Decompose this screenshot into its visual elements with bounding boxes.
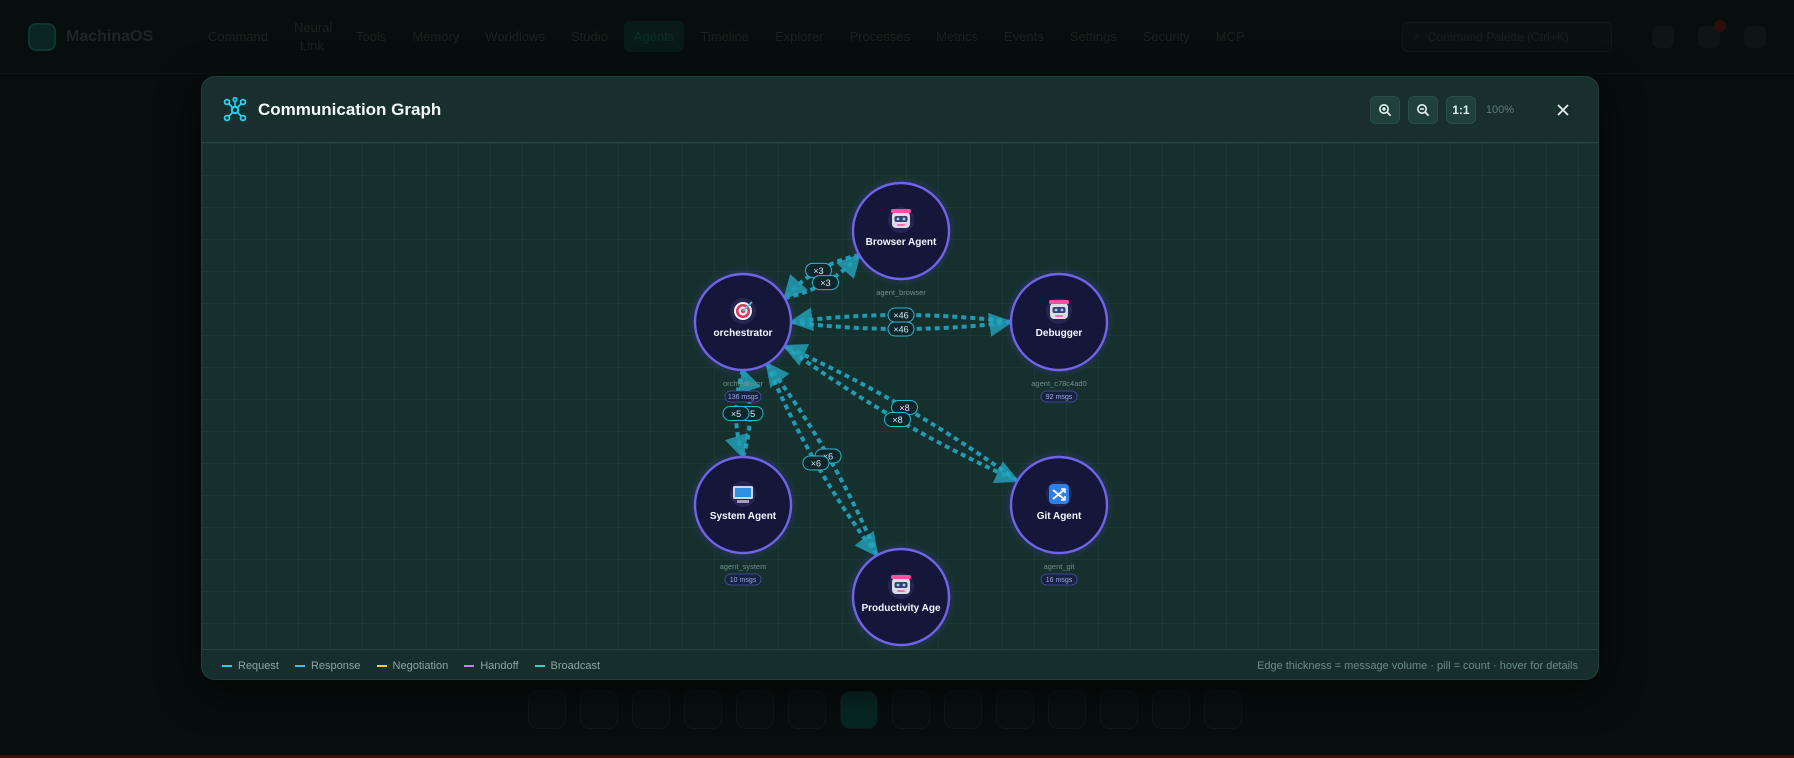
robot-icon xyxy=(1049,300,1069,319)
legend-item-response: Response xyxy=(294,659,361,672)
edge-count-pill[interactable]: ×8 xyxy=(883,412,911,428)
legend-swatch xyxy=(534,664,545,667)
legend-swatch xyxy=(222,664,232,667)
reset-zoom-button[interactable]: 1:1 xyxy=(1445,96,1476,124)
node-id: agent_browser xyxy=(876,288,926,297)
edge-count-label: ×6 xyxy=(811,458,821,468)
legend-item-handoff: Handoff xyxy=(464,659,519,672)
app-root: MachinaOS Command Neural Link Tools Memory W… xyxy=(0,0,1794,758)
modal-title: Communication Graph xyxy=(258,99,442,119)
close-icon xyxy=(1557,104,1569,116)
node-msg-count-pill: 10 msgs xyxy=(724,573,762,586)
zoom-out-icon xyxy=(1416,104,1430,117)
zoom-in-button[interactable] xyxy=(1369,96,1400,124)
robot-icon xyxy=(891,575,911,594)
node-label: Git Agent xyxy=(1037,511,1082,522)
zoom-level: 100% xyxy=(1485,104,1514,116)
node-msg-count-pill: 136 msgs xyxy=(724,390,762,403)
communication-graph-modal: Communication Graph 1:1 100% ×3 ×3 ×46 ×… xyxy=(201,76,1599,680)
network-graph-icon xyxy=(223,96,247,121)
node-msg-count: 92 msgs xyxy=(1046,394,1073,401)
legend-label: Response xyxy=(310,659,361,672)
node-id: orchestrator xyxy=(723,379,764,388)
zoom-controls: 1:1 100% xyxy=(1369,96,1514,124)
node-id: agent_c78c4ad0 xyxy=(1031,379,1086,388)
node-label: System Agent xyxy=(710,511,777,522)
edge-count-label: ×5 xyxy=(731,409,741,419)
close-button[interactable] xyxy=(1550,97,1576,123)
agent-node-browser[interactable]: Browser Agent agent_browser xyxy=(845,175,957,297)
communication-graph[interactable]: ×3×3×46×46×5×5×8×8×6×6 orchestratororche… xyxy=(202,143,1599,649)
footer-hint: Edge thickness = message volume · pill =… xyxy=(1257,659,1578,672)
agent-node-git[interactable]: Git Agent agent_git 16 msgs xyxy=(1003,449,1115,586)
edge-count-pill[interactable]: ×5 xyxy=(722,406,750,421)
legend-label: Handoff xyxy=(480,659,519,672)
agent-node-system[interactable]: System Agent agent_system 10 msgs xyxy=(687,449,799,586)
modal-footer: Request Response Negotiation Handoff Broadca… xyxy=(202,649,1598,679)
zoom-out-button[interactable] xyxy=(1407,96,1438,124)
node-msg-count: 136 msgs xyxy=(728,394,759,401)
edge-legend: Request Response Negotiation Handoff Broadca… xyxy=(222,660,600,672)
edge-count-label: ×3 xyxy=(813,266,823,276)
modal-header: Communication Graph 1:1 100% xyxy=(202,77,1598,143)
legend-item-request: Request xyxy=(222,660,279,672)
legend-swatch xyxy=(376,664,387,667)
edge-count-pill[interactable]: ×6 xyxy=(802,455,830,471)
node-id: agent_git xyxy=(1044,562,1076,571)
legend-swatch xyxy=(294,664,305,667)
node-label: orchestrator xyxy=(714,328,773,339)
legend-label: Broadcast xyxy=(550,659,601,672)
node-msg-count: 16 msgs xyxy=(1046,577,1073,584)
node-label: Browser Agent xyxy=(866,237,937,248)
edge-count-label: ×8 xyxy=(899,403,909,413)
node-msg-count: 10 msgs xyxy=(730,577,757,584)
legend-label: Request xyxy=(238,659,279,672)
legend-item-broadcast: Broadcast xyxy=(534,659,601,672)
agent-node-productivity[interactable]: Productivity Ageagent_productivity xyxy=(845,541,957,649)
graph-canvas[interactable]: ×3 ×3 ×46 ×46 ×5 ×5 ×8 ×8 ×6 ×6 orchestrator orche… xyxy=(202,143,1599,649)
legend-label: Negotiation xyxy=(392,659,449,672)
node-label: Debugger xyxy=(1036,328,1083,339)
edge-count-pill[interactable]: ×46 xyxy=(887,307,915,323)
edge-count-label: ×8 xyxy=(892,415,902,425)
node-msg-count-pill: 92 msgs xyxy=(1040,390,1078,403)
node-msg-count-pill: 16 msgs xyxy=(1040,573,1078,586)
node-id: agent_system xyxy=(720,562,767,571)
agent-node-debugger[interactable]: Debugger agent_c78c4ad0 92 msgs xyxy=(1003,266,1115,403)
legend-item-negotiation: Negotiation xyxy=(376,659,449,672)
edge-count-label: ×3 xyxy=(820,278,830,288)
edge-count-label: ×46 xyxy=(893,325,908,335)
zoom-in-icon xyxy=(1378,104,1392,117)
legend-swatch xyxy=(464,664,475,667)
node-label: Productivity Age xyxy=(861,603,941,614)
edge-count-label: ×46 xyxy=(893,311,908,321)
shuffle-icon xyxy=(1049,484,1069,504)
edge-count-pill[interactable]: ×3 xyxy=(811,275,839,291)
target-icon xyxy=(734,301,753,320)
robot-icon xyxy=(891,209,911,228)
edge-count-pill[interactable]: ×46 xyxy=(887,321,915,337)
